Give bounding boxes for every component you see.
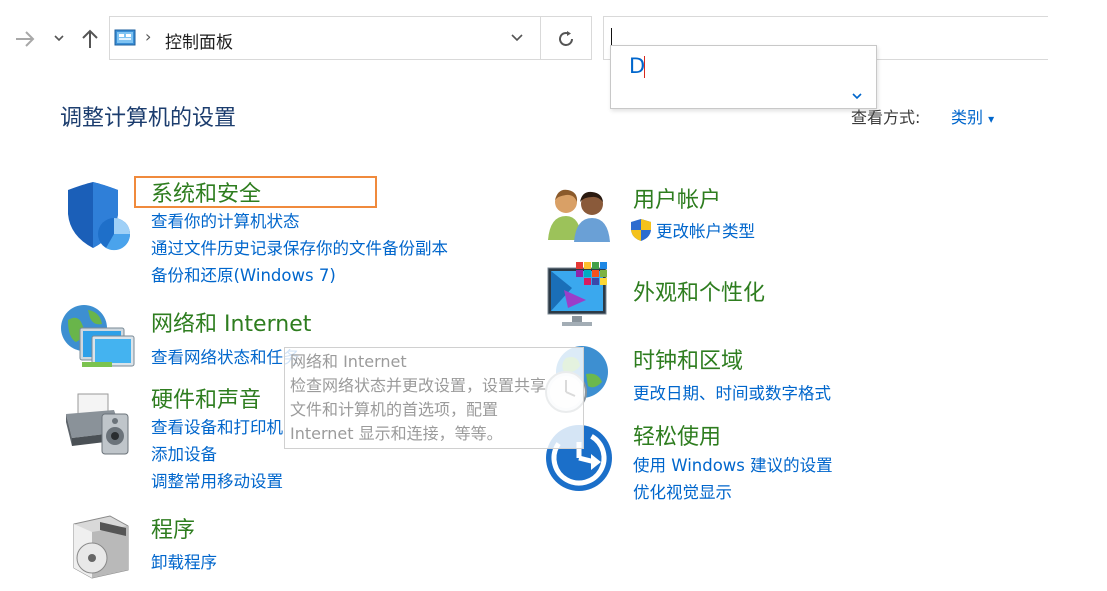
users-icon <box>548 189 610 242</box>
up-button[interactable] <box>80 28 100 50</box>
chevron-down-icon <box>54 35 64 42</box>
tooltip-network-internet: 网络和 Internet 检查网络状态并更改设置，设置共享 文件和计算机的首选项… <box>284 347 584 449</box>
link-file-history-backup[interactable]: 通过文件历史记录保存你的文件备份副本 <box>151 235 448 259</box>
category-title-hardware-sound[interactable]: 硬件和声音 <box>151 382 261 414</box>
category-title-system-security[interactable]: 系统和安全 <box>151 176 261 208</box>
arrow-right-icon <box>16 31 35 47</box>
link-uninstall-program[interactable]: 卸载程序 <box>151 549 217 573</box>
category-title-network-internet[interactable]: 网络和 Internet <box>151 306 311 338</box>
link-backup-restore-win7[interactable]: 备份和还原(Windows 7) <box>151 262 336 286</box>
arrow-up-icon <box>82 29 98 48</box>
breadcrumb-separator: › <box>145 27 152 46</box>
printer-icon <box>66 393 129 455</box>
tooltip-line: Internet 显示和连接，等等。 <box>290 424 503 443</box>
category-title-ease-of-access[interactable]: 轻松使用 <box>633 419 721 451</box>
category-title-appearance[interactable]: 外观和个性化 <box>633 275 765 307</box>
category-title-user-accounts[interactable]: 用户帐户 <box>633 182 721 214</box>
link-add-device[interactable]: 添加设备 <box>151 441 217 465</box>
tooltip-line: 文件和计算机的首选项，配置 <box>290 400 499 419</box>
link-devices-printers[interactable]: 查看设备和打印机 <box>151 414 283 438</box>
shield-icon <box>68 182 131 251</box>
view-by-label: 查看方式: <box>851 108 921 127</box>
recent-locations-button[interactable] <box>53 32 65 44</box>
link-optimize-visual-display[interactable]: 优化视觉显示 <box>633 479 732 503</box>
address-bar[interactable]: › 控制面板 <box>109 16 540 60</box>
page-title: 调整计算机的设置 <box>60 106 237 131</box>
network-icon <box>61 305 135 367</box>
control-panel-icon <box>114 29 136 46</box>
forward-button[interactable] <box>14 29 36 49</box>
refresh-icon <box>559 31 573 46</box>
view-by-arrow-icon: ▾ <box>988 112 995 126</box>
link-mobility-settings[interactable]: 调整常用移动设置 <box>151 468 283 492</box>
search-autocomplete-dropdown[interactable]: D <box>610 45 877 109</box>
tooltip-line: 网络和 Internet <box>290 352 407 371</box>
view-by-dropdown[interactable]: 类别 ▾ <box>951 104 994 128</box>
autocomplete-chevron-icon[interactable] <box>851 91 863 101</box>
link-check-computer-status[interactable]: 查看你的计算机状态 <box>151 208 300 232</box>
tooltip-line: 检查网络状态并更改设置，设置共享 <box>290 376 547 395</box>
autocomplete-caret <box>644 56 645 78</box>
breadcrumb-control-panel[interactable]: 控制面板 <box>165 28 233 53</box>
link-windows-recommended-settings[interactable]: 使用 Windows 建议的设置 <box>633 452 833 476</box>
category-title-programs[interactable]: 程序 <box>151 512 195 544</box>
link-change-date-time-format[interactable]: 更改日期、时间或数字格式 <box>633 380 831 404</box>
autocomplete-typed-text: D <box>629 54 646 78</box>
address-dropdown-icon[interactable] <box>510 33 524 43</box>
appearance-icon <box>547 262 607 326</box>
refresh-button[interactable] <box>540 16 592 60</box>
category-title-clock-region[interactable]: 时钟和区域 <box>633 343 743 375</box>
view-by-value: 类别 <box>951 108 984 127</box>
programs-icon <box>73 515 129 579</box>
link-view-network-status[interactable]: 查看网络状态和任务 <box>151 344 300 368</box>
uac-shield-icon <box>631 219 651 241</box>
link-change-account-type[interactable]: 更改帐户类型 <box>656 218 755 242</box>
